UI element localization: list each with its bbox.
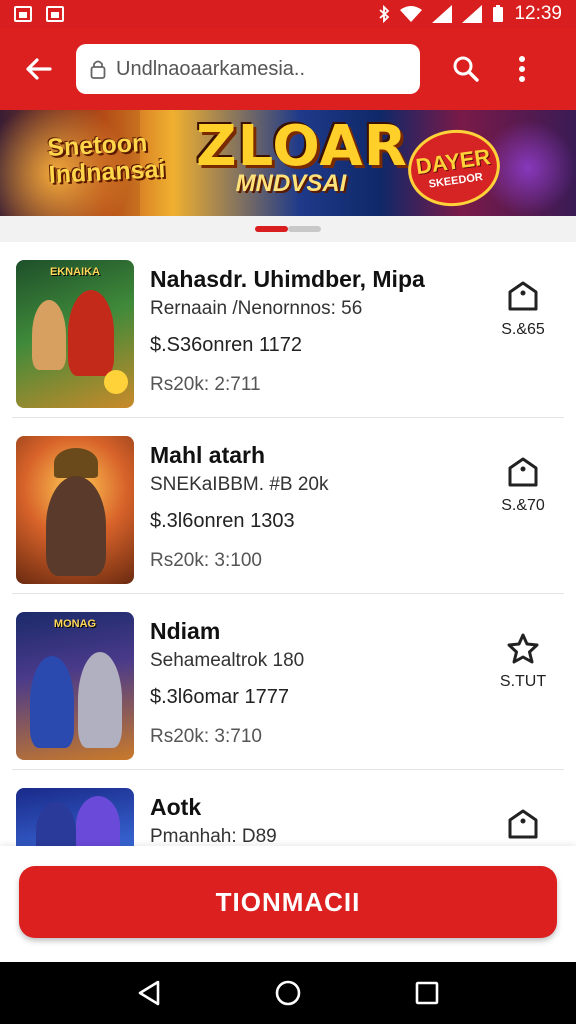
list-item[interactable]: MONAG Ndiam Sehamealtrok 180 $.3l6omar 1… (12, 594, 564, 770)
thumbnail-figure (76, 796, 120, 846)
thumbnail-figure (46, 476, 106, 576)
list-item[interactable]: EKNAIKA Nahasdr. Uhimdber, Mipa Rernaain… (12, 242, 564, 418)
nav-back-icon (139, 980, 160, 1006)
gallery-notification-icon (46, 6, 64, 22)
item-side-action[interactable]: S.&65 (488, 280, 558, 339)
status-bar: 12:39 (0, 0, 576, 28)
thumbnail-figure (68, 290, 114, 376)
bluetooth-icon (379, 5, 390, 23)
item-subtitle: Sehamealtrok 180 (150, 650, 305, 671)
banner-logo: ZLOAR MNDVSAI (196, 114, 408, 198)
thumbnail-caption: EKNAIKA (49, 266, 101, 278)
banner-logo-title: ZLOAR (196, 114, 408, 179)
pager-dot-active[interactable] (255, 226, 288, 232)
lock-icon (90, 60, 106, 79)
nav-recents-icon (415, 981, 438, 1005)
game-thumbnail[interactable]: EKNAIKA (16, 260, 134, 408)
game-list: EKNAIKA Nahasdr. Uhimdber, Mipa Rernaain… (0, 242, 576, 846)
item-price: $.3l6omar 1777 (150, 686, 289, 708)
bag-icon[interactable] (506, 280, 540, 312)
app-bar: Undlnaoaarkamesia.. (0, 28, 576, 110)
thumbnail-figure (30, 656, 74, 748)
nav-back-button[interactable] (129, 973, 169, 1013)
search-icon (453, 56, 479, 82)
item-extra: Rs20k: 2:711 (150, 374, 261, 395)
item-side-value: S.TUT (499, 673, 547, 690)
item-title: Aotk (150, 794, 202, 820)
list-item[interactable]: Aotk Pmanhah: D89 (12, 770, 564, 846)
notification-icon (14, 6, 32, 22)
bottom-action-area: TIONMACII (0, 846, 576, 962)
wifi-icon (400, 6, 423, 22)
banner-left-line-2: Indnansai (48, 154, 167, 190)
item-subtitle: Pmanhah: D89 (150, 826, 277, 846)
search-input-text[interactable]: Undlnaoaarkamesia.. (116, 58, 305, 81)
item-subtitle: Rernaain /Nenornnos: 56 (150, 298, 363, 319)
item-side-action[interactable] (488, 808, 558, 846)
pager-dot[interactable] (288, 226, 321, 232)
more-vert-icon (519, 56, 525, 82)
game-thumbnail[interactable] (16, 788, 134, 846)
item-side-value: S.&70 (501, 497, 545, 514)
banner-pager (0, 216, 576, 242)
item-price: $.S36onren 1172 (150, 334, 302, 356)
primary-action-button[interactable]: TIONMACII (19, 866, 557, 938)
item-side-action[interactable]: S.TUT (488, 632, 558, 691)
item-title: Mahl atarh (150, 442, 266, 468)
game-thumbnail[interactable] (16, 436, 134, 584)
back-button[interactable] (0, 28, 76, 110)
thumbnail-coin (104, 370, 128, 394)
nav-recents-button[interactable] (407, 973, 447, 1013)
bag-icon[interactable] (506, 808, 540, 840)
item-extra: Rs20k: 3:100 (150, 550, 262, 571)
thumbnail-figure (78, 652, 122, 748)
nav-home-icon (275, 980, 301, 1006)
url-search-field[interactable]: Undlnaoaarkamesia.. (76, 44, 420, 94)
nav-home-button[interactable] (268, 973, 308, 1013)
promo-banner[interactable]: Snetoon Indnansai ZLOAR MNDVSAI DAYER SK… (0, 110, 576, 216)
more-options-button[interactable] (494, 28, 550, 110)
signal-icon (432, 5, 453, 23)
item-extra: Rs20k: 3:710 (150, 726, 262, 747)
thumbnail-figure (32, 300, 66, 370)
item-title: Ndiam (150, 618, 221, 644)
system-navigation-bar (0, 962, 576, 1024)
item-subtitle: SNEKaIBBM. #B 20k (150, 474, 329, 495)
status-time: 12:39 (514, 3, 562, 24)
search-button[interactable] (438, 28, 494, 110)
item-side-value: S.&65 (501, 321, 545, 338)
signal-icon-2 (462, 5, 483, 23)
star-icon[interactable] (506, 632, 540, 664)
banner-left-text: Snetoon Indnansai (47, 129, 166, 189)
bag-icon[interactable] (506, 456, 540, 488)
arrow-left-icon (26, 58, 52, 80)
item-price: $.3l6onren 1303 (150, 510, 295, 532)
game-thumbnail[interactable]: MONAG (16, 612, 134, 760)
thumbnail-helmet (54, 448, 98, 478)
list-item[interactable]: Mahl atarh SNEKaIBBM. #B 20k $.3l6onren … (12, 418, 564, 594)
battery-icon (493, 5, 504, 22)
item-side-action[interactable]: S.&70 (488, 456, 558, 515)
thumbnail-caption: MONAG (53, 618, 97, 630)
thumbnail-figure (36, 802, 76, 846)
item-title: Nahasdr. Uhimdber, Mipa (150, 266, 425, 292)
